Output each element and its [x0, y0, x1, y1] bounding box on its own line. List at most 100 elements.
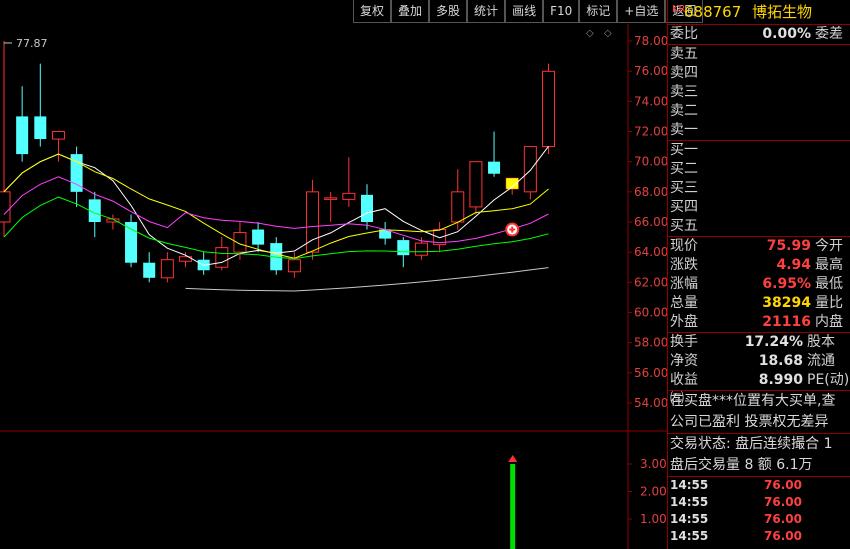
price-tick-label: 60.00	[634, 306, 667, 320]
fund-label-2: 股本	[807, 334, 835, 350]
weicha-label: 委差	[815, 26, 843, 42]
price-tick-label: 64.00	[634, 245, 667, 259]
ma20-line	[3, 176, 549, 244]
candle-body	[0, 191, 11, 223]
fund-row: 收益㈢ 8.990 PE(动)	[668, 371, 850, 407]
trading-status: 交易状态: 盘后连续撮合 1 盘后交易量 8 额 6.1万	[668, 433, 850, 476]
buy-level-label: 买二	[670, 161, 698, 177]
buy-level-label: 买五	[670, 218, 698, 234]
price-tick-label: 66.00	[634, 215, 667, 229]
candle-body	[233, 232, 247, 253]
weibi-value: 0.00%	[762, 26, 811, 42]
toolbar-button[interactable]: +自选	[617, 0, 666, 23]
sell-level-label: 卖三	[670, 84, 698, 100]
toolbar-button[interactable]: 叠加	[391, 0, 430, 23]
buy-level: 买二	[668, 160, 850, 179]
toolbar-button[interactable]: 画线	[505, 0, 544, 23]
candle-body	[287, 259, 301, 273]
quote-row-label: 外盘	[670, 314, 698, 330]
candle-body	[523, 146, 537, 193]
buy-orders: 买一 买二买三买四买五	[668, 140, 850, 236]
quote-row: 外盘 21116 内盘	[668, 313, 850, 332]
fund-row: 换手 17.24% 股本	[668, 333, 850, 352]
toolbar-button[interactable]: 统计	[467, 0, 506, 23]
quote-panel: KR 688767 博拓生物 委比 0.00% 委差 卖五卖四卖三卖二卖一 买一…	[667, 0, 850, 549]
fund-value: 8.990	[758, 372, 803, 388]
sell-level-label: 卖二	[670, 103, 698, 119]
diamond-icon: ◇	[604, 28, 612, 39]
fund-row-label: 收益㈢	[670, 372, 698, 407]
volume-tick-label: 1.00	[640, 512, 667, 526]
trade-row: 14:55 76.00	[668, 494, 850, 511]
price-tick-label: 70.00	[634, 155, 667, 169]
trade-price: 76.00	[764, 512, 802, 526]
fund-label-2: PE(动)	[807, 372, 850, 388]
long-average-line	[185, 267, 549, 292]
fund-row-label: 净资	[670, 353, 698, 369]
kline-chart[interactable]: ◇ ◇ 78.00 76.00 74.00 72.00 70.00 68.00 66.00 64.…	[0, 24, 667, 549]
weibi-row: 委比 0.00% 委差	[668, 24, 850, 44]
trade-row: 14:55 76.00	[668, 528, 850, 545]
diamond-icon: ◇	[586, 28, 594, 39]
quote-label-2: 最低	[815, 276, 843, 292]
fund-value: 17.24%	[744, 334, 803, 350]
quote-value: 38294	[762, 295, 811, 311]
sell-level: 卖五	[668, 45, 850, 64]
trade-price: 76.00	[764, 529, 802, 543]
quote-row: 总量 38294 量比	[668, 294, 850, 313]
notes: 在买盘***位置有大买单,查 公司已盈利 投票权无差异	[668, 390, 850, 433]
weibi-label: 委比	[670, 26, 698, 42]
price-tick-label: 74.00	[634, 94, 667, 108]
fund-row: 净资 18.68 流通	[668, 352, 850, 371]
fund-value: 18.68	[758, 353, 803, 369]
quote-value: 4.94	[776, 257, 811, 273]
buy-level: 买三	[668, 179, 850, 198]
quote-row-label: 现价	[670, 238, 698, 254]
trade-time: 14:55	[670, 512, 709, 526]
fund-row-label: 换手	[670, 334, 698, 350]
quote-value: 6.95%	[762, 276, 811, 292]
kr-badge: KR	[672, 4, 686, 15]
candle-body	[542, 70, 555, 148]
note-line: 在买盘***位置有大买单,查	[670, 393, 836, 409]
quote-label-2: 量比	[815, 295, 843, 311]
sell-level-label: 卖一	[670, 122, 698, 138]
toolbar-button[interactable]: F10	[543, 0, 580, 23]
high-marker-label: 77.87	[16, 37, 48, 50]
candle-body	[342, 192, 356, 200]
price-tick-label: 68.00	[634, 185, 667, 199]
candle-body	[51, 131, 65, 140]
toolbar-button[interactable]: 标记	[579, 0, 618, 23]
buy-level-label: 买三	[670, 180, 698, 196]
buy-level-label: 买四	[670, 199, 698, 215]
toolbar-button[interactable]: 复权	[353, 0, 392, 23]
sell-level-label: 卖四	[670, 65, 698, 81]
quote-label-2: 最高	[815, 257, 843, 273]
volume-tick-label: 2.00	[640, 485, 667, 499]
trade-time: 14:55	[670, 529, 709, 543]
price-tick-label: 62.00	[634, 275, 667, 289]
sell-level: 卖一	[668, 121, 850, 140]
quote-row: 涨幅 6.95% 最低	[668, 275, 850, 294]
sell-level-label: 卖五	[670, 46, 698, 62]
quote-label-2: 今开	[815, 238, 843, 254]
candle-body	[125, 222, 138, 263]
price-tick-label: 56.00	[634, 366, 667, 380]
candle-body	[324, 197, 338, 200]
trade-price: 76.00	[764, 478, 802, 492]
status-line: 盘后交易量 8 额 6.1万	[670, 457, 813, 473]
quote-row-label: 总量	[670, 295, 698, 311]
candle-body	[397, 240, 410, 256]
volume-arrow-icon	[508, 455, 518, 462]
candle-body	[215, 247, 229, 268]
stock-title: KR 688767 博拓生物	[668, 0, 850, 24]
toolbar-button[interactable]: 多股	[429, 0, 468, 23]
candle-body	[143, 262, 156, 278]
candle-body	[451, 191, 465, 223]
sell-level: 卖二	[668, 102, 850, 121]
buy-level: 买一	[668, 141, 850, 160]
tick-trades[interactable]: 14:55 76.00 14:55 76.00 14:55 76.00 14:55 76.00	[668, 476, 850, 545]
buy-level: 买五	[668, 217, 850, 236]
fund-label-2: 流通	[807, 353, 835, 369]
sell-level: 卖三	[668, 83, 850, 102]
